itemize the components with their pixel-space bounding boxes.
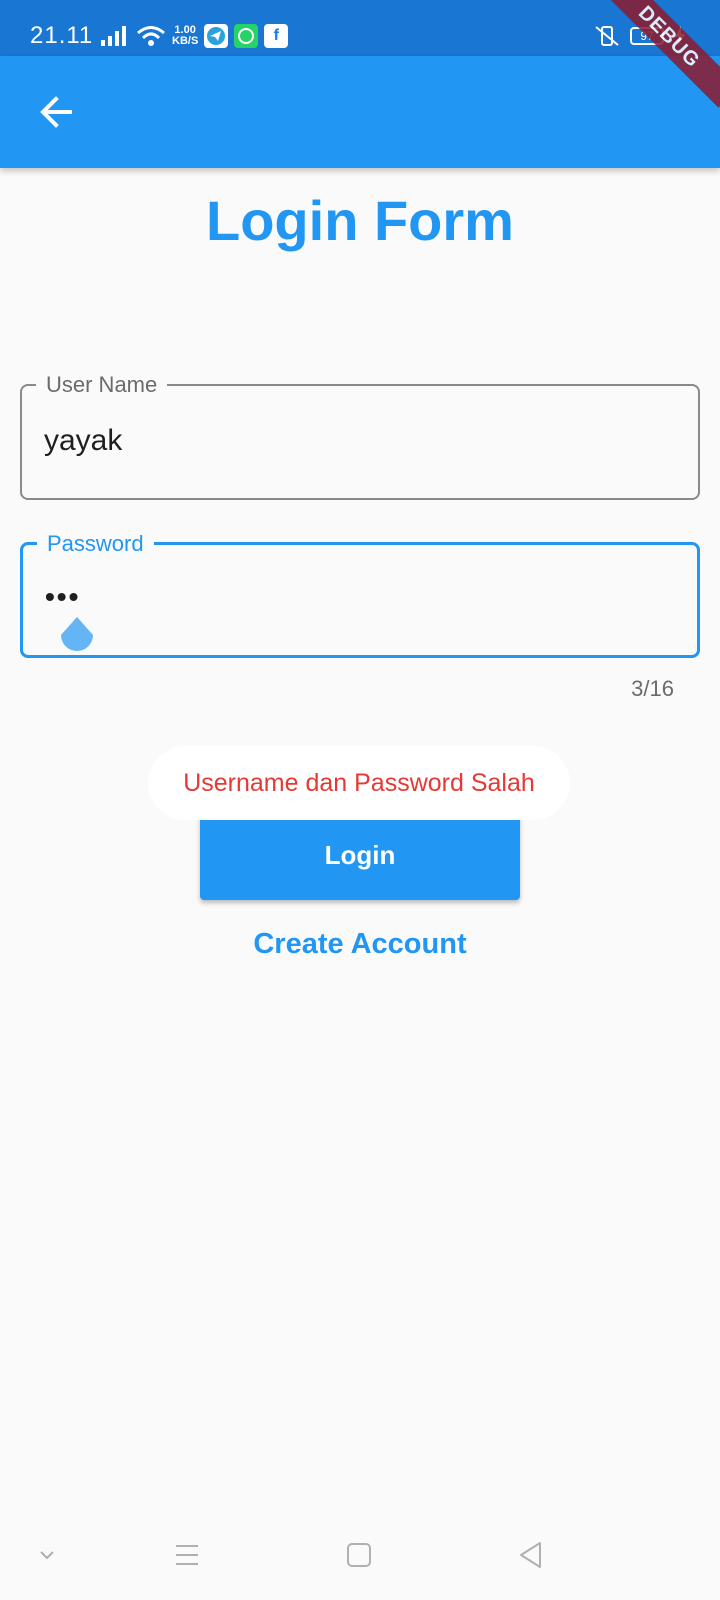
wifi-icon [137, 26, 165, 46]
username-value[interactable]: yayak [44, 424, 122, 458]
status-time: 21.11 [30, 22, 94, 49]
whatsapp-icon [234, 24, 259, 48]
menu-icon[interactable] [172, 1540, 202, 1570]
back-triangle-icon[interactable] [516, 1540, 546, 1570]
create-account-link[interactable]: Create Account [0, 928, 720, 961]
password-counter: 3/16 [631, 676, 674, 701]
login-button-label: Login [324, 839, 396, 870]
net-speed-unit: KB/S [172, 35, 199, 47]
toast-message: Username dan Password Salah [183, 768, 535, 797]
back-button[interactable] [20, 76, 92, 148]
status-icons-left: 1.00 KB/S f [100, 22, 289, 50]
telegram-icon [204, 24, 229, 48]
chevron-down-icon[interactable] [32, 1540, 62, 1570]
username-label: User Name [36, 372, 168, 398]
create-account-label: Create Account [253, 928, 467, 960]
arrow-back-icon [40, 96, 72, 128]
text-cursor-handle[interactable] [57, 617, 97, 657]
vibrate-icon [595, 26, 619, 46]
username-field[interactable]: User Name yayak [20, 372, 700, 500]
login-button[interactable]: Login [200, 810, 520, 900]
facebook-icon: f [264, 24, 289, 48]
password-value[interactable]: ••• [45, 581, 80, 613]
home-icon[interactable] [344, 1540, 374, 1570]
password-field[interactable]: Password ••• [20, 531, 700, 658]
signal-icon [101, 26, 126, 46]
app-bar [0, 56, 720, 168]
error-toast: Username dan Password Salah [148, 746, 570, 820]
net-speed: 1.00 KB/S [172, 25, 198, 47]
status-bar: 21.11 1.00 KB/S f 97 [0, 0, 720, 56]
system-nav-bar [0, 1510, 720, 1600]
password-label: Password [37, 531, 154, 557]
page-title: Login Form [206, 189, 514, 252]
